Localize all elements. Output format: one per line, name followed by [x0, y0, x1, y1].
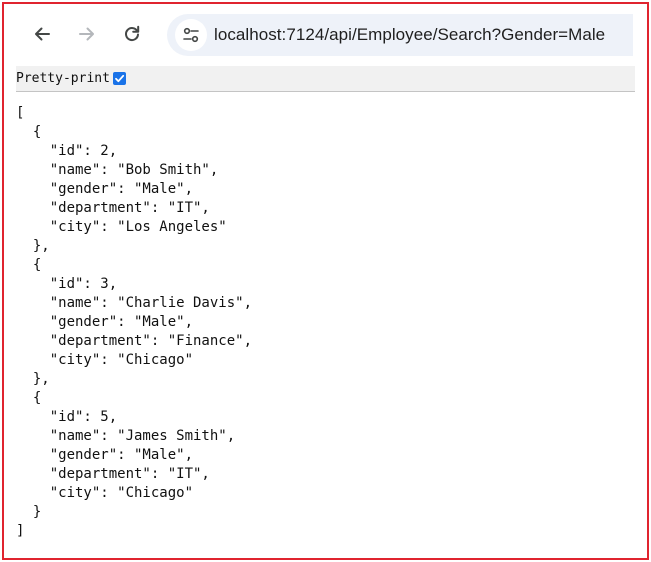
pretty-print-checkbox[interactable] [112, 72, 126, 85]
json-line: "name": "Bob Smith", [16, 162, 219, 178]
json-line: "city": "Chicago" [16, 352, 194, 368]
json-line: "id": 3, [16, 276, 118, 292]
back-button[interactable] [26, 18, 58, 50]
json-line: } [16, 504, 42, 520]
json-response: [ { "id": 2, "name": "Bob Smith", "gende… [16, 104, 631, 544]
json-line: "id": 5, [16, 409, 118, 425]
json-line: }, [16, 238, 50, 254]
site-info-button[interactable] [175, 19, 207, 51]
json-line: { [16, 390, 42, 406]
tune-icon [183, 27, 199, 43]
pretty-print-bar: Pretty-print [16, 66, 635, 92]
json-line: "city": "Chicago" [16, 485, 194, 501]
reload-icon [125, 25, 140, 41]
json-line: "name": "Charlie Davis", [16, 295, 253, 311]
pretty-print-label[interactable]: Pretty-print [16, 71, 110, 86]
json-line: [ [16, 105, 25, 121]
reload-button[interactable] [116, 18, 148, 50]
json-line: "name": "James Smith", [16, 428, 236, 444]
json-line: { [16, 257, 42, 273]
json-line: "department": "Finance", [16, 333, 253, 349]
arrow-left-icon [35, 27, 50, 41]
url-text[interactable]: localhost:7124/api/Employee/Search?Gende… [214, 25, 605, 45]
json-line: "gender": "Male", [16, 314, 194, 330]
screenshot-frame: localhost:7124/api/Employee/Search?Gende… [2, 2, 649, 560]
json-line: "city": "Los Angeles" [16, 219, 227, 235]
json-line: "department": "IT", [16, 200, 210, 216]
json-line: "department": "IT", [16, 466, 210, 482]
json-line: ] [16, 523, 25, 539]
json-line: }, [16, 371, 50, 387]
address-bar[interactable]: localhost:7124/api/Employee/Search?Gende… [167, 14, 633, 56]
forward-button[interactable] [71, 18, 103, 50]
json-line: "id": 2, [16, 143, 118, 159]
json-line: "gender": "Male", [16, 181, 194, 197]
json-line: { [16, 124, 42, 140]
checkmark-icon [115, 74, 125, 83]
browser-toolbar: localhost:7124/api/Employee/Search?Gende… [4, 4, 647, 66]
json-line: "gender": "Male", [16, 447, 194, 463]
arrow-right-icon [79, 27, 94, 41]
